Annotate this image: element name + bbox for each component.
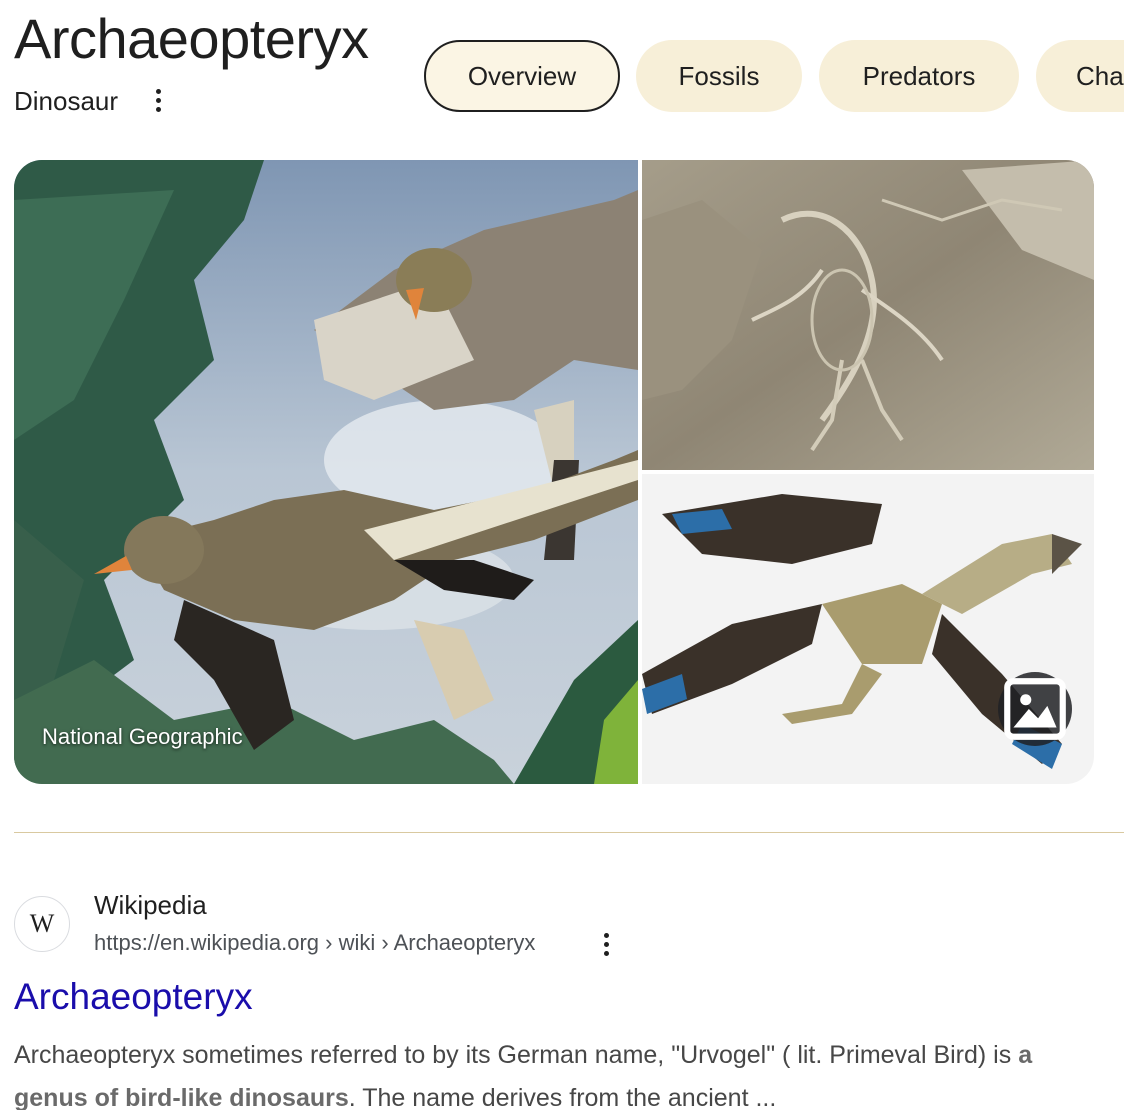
result-url[interactable]: https://en.wikipedia.org › wiki › Archae… bbox=[94, 930, 535, 956]
tab-overview[interactable]: Overview bbox=[424, 40, 620, 112]
result-snippet: Archaeopteryx sometimes referred to by i… bbox=[14, 1034, 1074, 1110]
main-image[interactable]: National Geographic bbox=[14, 160, 638, 784]
entity-subtitle: Dinosaur bbox=[14, 86, 119, 116]
archaeopteryx-flight-illustration bbox=[14, 160, 638, 784]
more-images-button[interactable] bbox=[998, 672, 1072, 746]
section-divider bbox=[14, 832, 1124, 833]
archaeopteryx-fossil-photo bbox=[642, 160, 1094, 470]
fossil-image[interactable] bbox=[642, 160, 1094, 470]
entity-title: Archaeopteryx bbox=[14, 7, 369, 70]
result-more-options-icon[interactable] bbox=[596, 930, 616, 958]
result-title-link[interactable]: Archaeopteryx bbox=[14, 976, 253, 1018]
snippet-text-end: . The name derives from the ancient ... bbox=[348, 1084, 777, 1110]
tab-fossils[interactable]: Fossils bbox=[636, 40, 802, 112]
image-source-label: National Geographic bbox=[42, 724, 243, 749]
result-site-name[interactable]: Wikipedia bbox=[94, 890, 207, 921]
snippet-text: Archaeopteryx sometimes referred to by i… bbox=[14, 1041, 1019, 1069]
tab-bar: Overview Fossils Predators Cha bbox=[424, 40, 1124, 112]
model-image[interactable] bbox=[642, 474, 1094, 784]
tab-characteristics[interactable]: Cha bbox=[1036, 40, 1124, 112]
wikipedia-favicon-icon[interactable]: W bbox=[14, 896, 70, 952]
image-icon bbox=[1004, 678, 1066, 740]
tab-predators[interactable]: Predators bbox=[819, 40, 1019, 112]
more-options-icon[interactable] bbox=[148, 86, 168, 114]
image-gallery: National Geographic bbox=[14, 160, 1094, 784]
